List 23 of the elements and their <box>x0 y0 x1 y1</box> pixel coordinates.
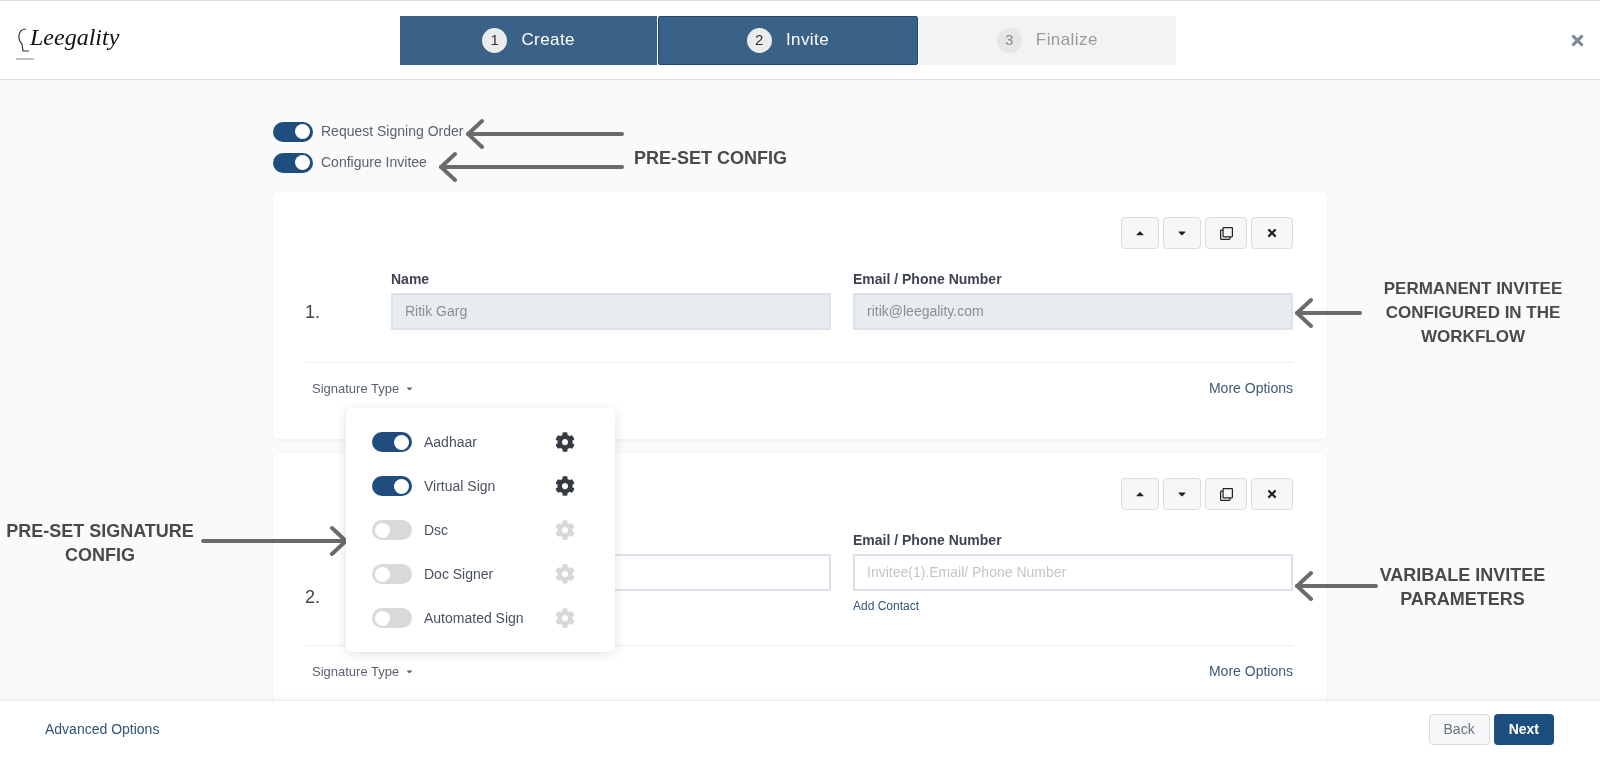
step-number: 2 <box>746 27 772 53</box>
email-field: ritik@leegality.com <box>853 293 1293 330</box>
field-label: Name <box>391 271 430 287</box>
annotation-text: VARIBALE INVITEE PARAMETERS <box>1378 564 1547 611</box>
signature-option-label: Dsc <box>424 520 450 540</box>
signature-option-label: Aadhaar <box>424 432 478 452</box>
option-label: Configure Invitee <box>321 153 427 172</box>
logo: Leegality <box>16 19 120 61</box>
name-field: Ritik Garg <box>391 293 831 330</box>
annotation-text: PRE-SET SIGNATURE CONFIG <box>5 520 195 567</box>
annotation-text: PERMANENT INVITEE CONFIGURED IN THE WORKFLOW <box>1382 278 1564 348</box>
step-number: 3 <box>996 27 1022 53</box>
step-number: 1 <box>482 27 508 53</box>
field-label: Email / Phone Number <box>853 271 1002 287</box>
invitee-number: 2. <box>305 586 320 609</box>
signature-option-label: Virtual Sign <box>424 476 497 496</box>
option-label: Request Signing Order <box>321 122 464 141</box>
invitee-number: 1. <box>305 301 320 324</box>
step-tab: 3 Finalize <box>918 15 1176 65</box>
signature-option-label: Automated Sign <box>424 608 525 628</box>
annotation-text: PRE-SET CONFIG <box>634 147 787 170</box>
field-label: Email / Phone Number <box>853 532 1002 548</box>
signature-option-label: Doc Signer <box>424 564 495 584</box>
